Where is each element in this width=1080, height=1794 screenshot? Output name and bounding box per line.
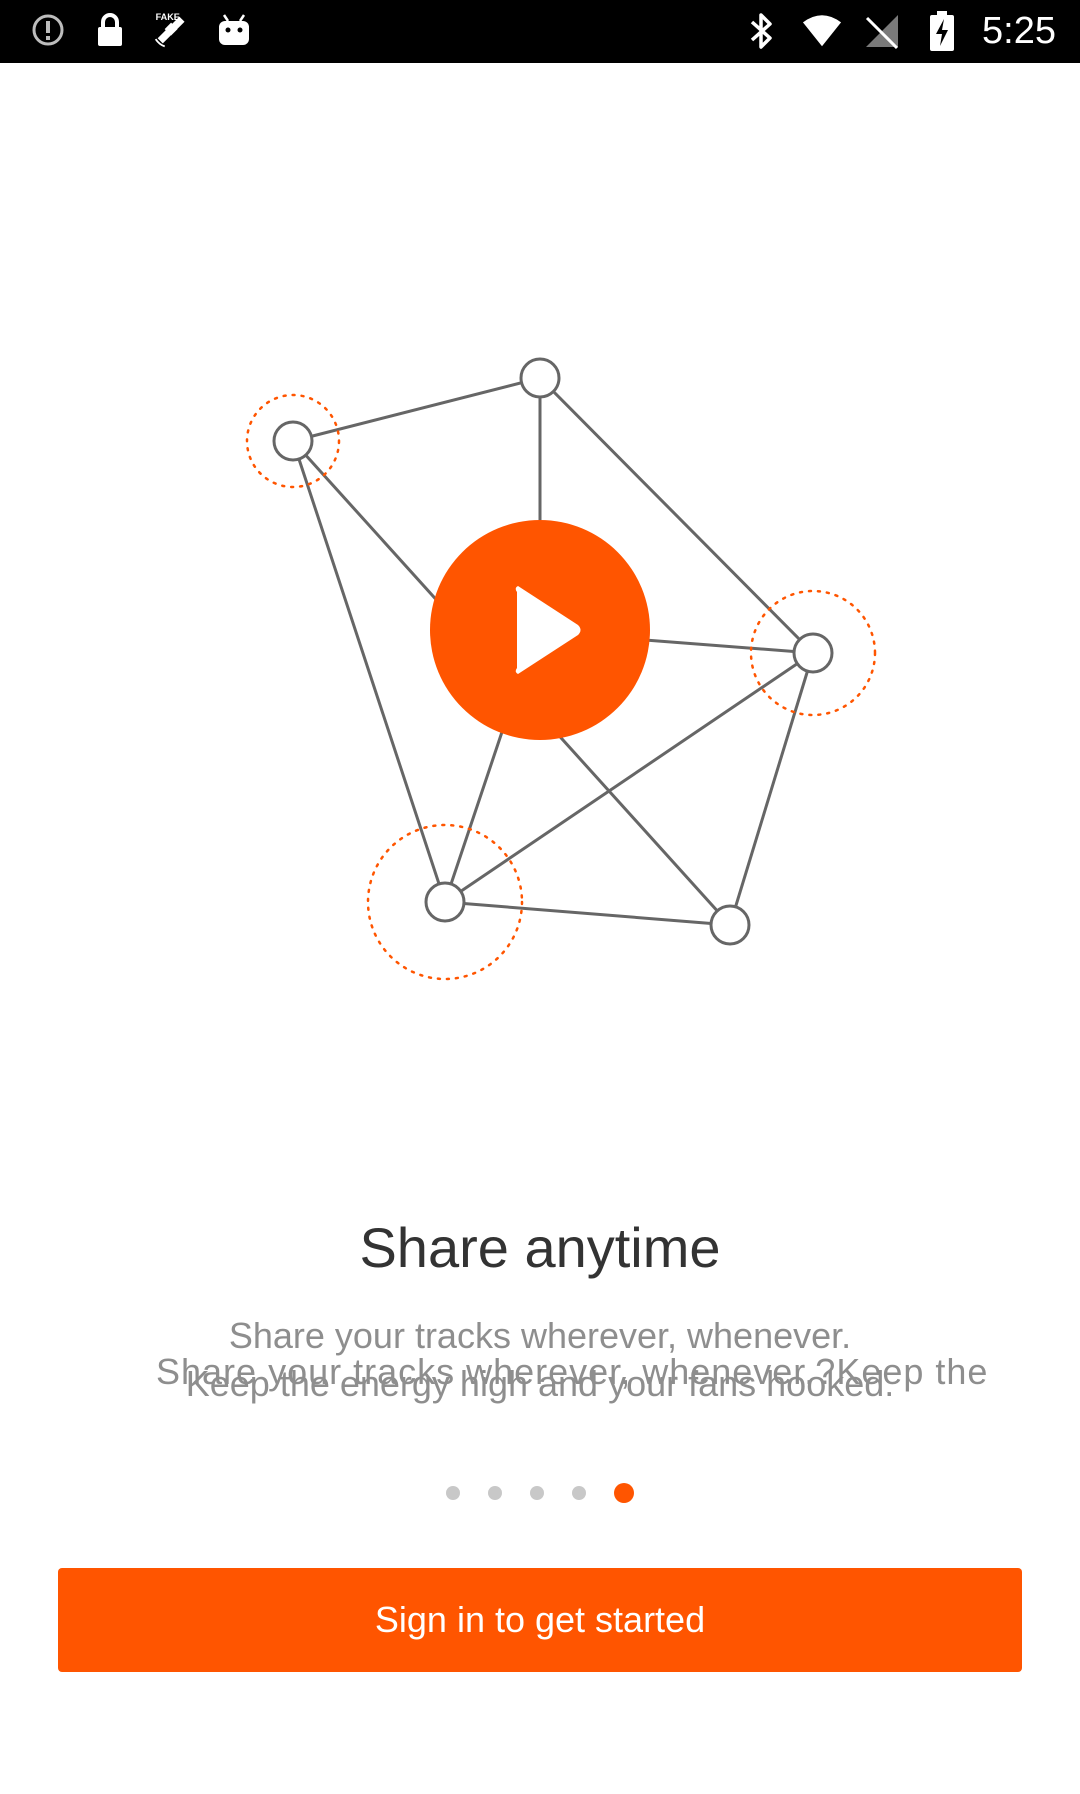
signal-off-icon: [862, 11, 902, 51]
network-node: [424, 881, 466, 923]
status-bar: FAKE 5:25: [0, 0, 1080, 63]
sign-in-button[interactable]: Sign in to get started: [58, 1568, 1022, 1672]
network-node: [792, 632, 834, 674]
wifi-icon: [802, 11, 842, 51]
page-dot-active: [614, 1483, 634, 1503]
page-dot: [572, 1486, 586, 1500]
status-left-icons: FAKE: [28, 10, 254, 50]
lock-icon: [90, 10, 130, 50]
share-network-illustration: [245, 357, 877, 981]
network-node: [709, 904, 751, 946]
android-icon: [214, 10, 254, 50]
play-icon: [430, 520, 650, 740]
status-time: 5:25: [982, 10, 1056, 52]
page-indicator: [0, 1483, 1080, 1503]
battery-charging-icon: [922, 11, 962, 51]
subtitle-overlay-text: Share your tracks wherever, whenever.?Ke…: [156, 1351, 989, 1392]
page-dot: [530, 1486, 544, 1500]
page-dot: [446, 1486, 460, 1500]
bluetooth-icon: [742, 11, 782, 51]
network-node: [519, 357, 561, 399]
alert-circle-icon: [28, 10, 68, 50]
onboarding-title: Share anytime: [359, 1216, 721, 1279]
status-right-icons: 5:25: [742, 8, 1056, 54]
fake-gps-satellite-icon: FAKE: [152, 10, 192, 50]
network-node: [272, 420, 314, 462]
page-dot: [488, 1486, 502, 1500]
